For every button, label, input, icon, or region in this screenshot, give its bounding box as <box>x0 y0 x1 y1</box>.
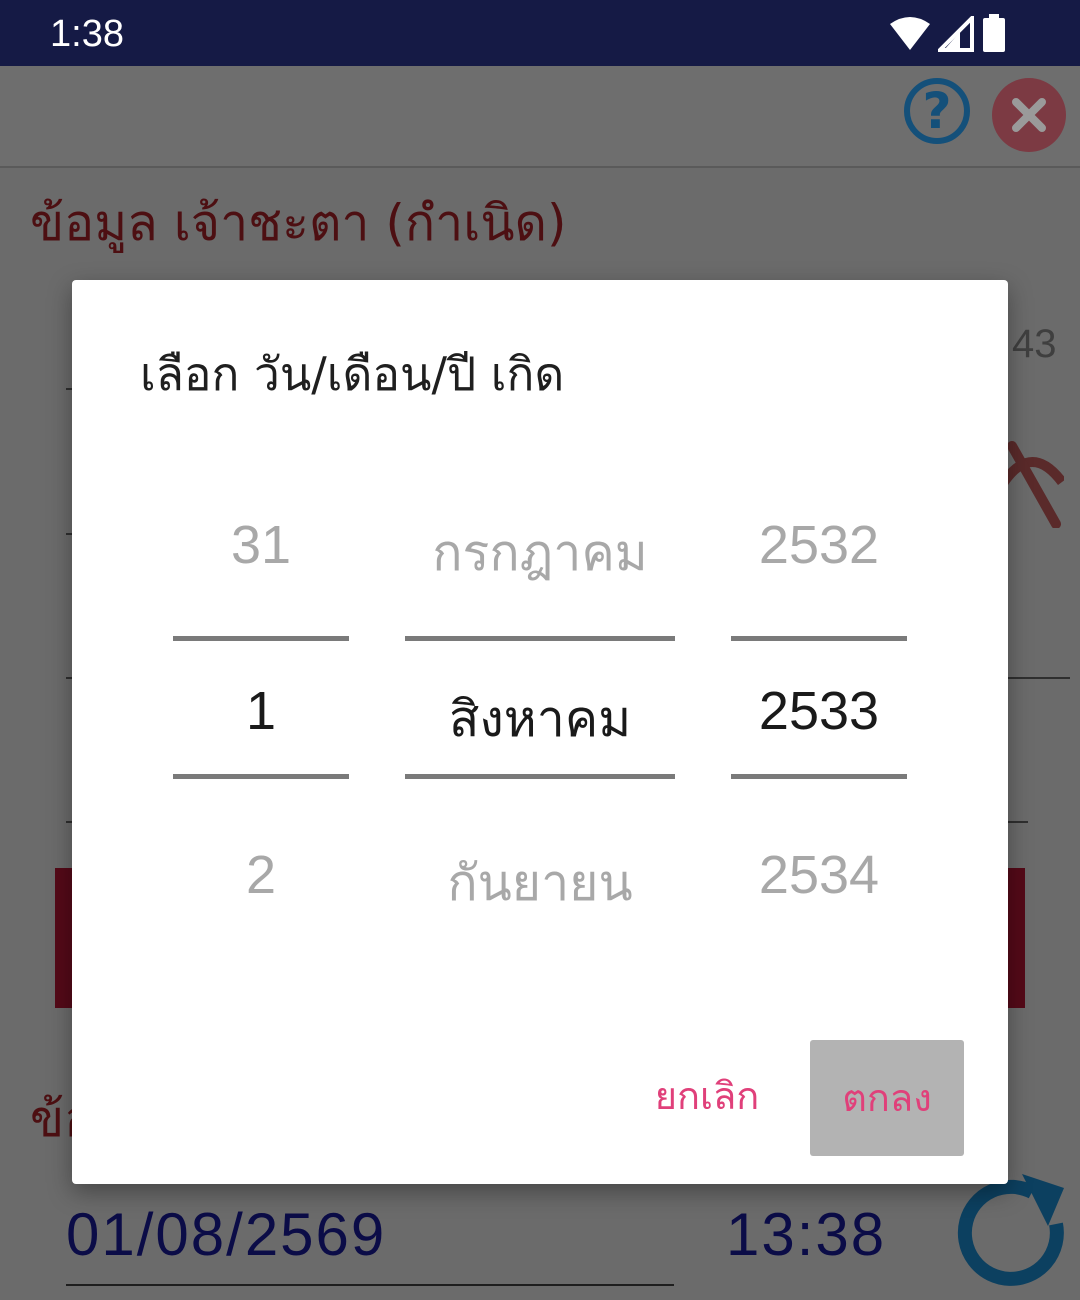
year-picker[interactable]: 2532 2533 2534 <box>731 480 907 1000</box>
day-prev[interactable]: 31 <box>173 514 349 576</box>
picker-divider <box>173 636 349 641</box>
year-selected[interactable]: 2533 <box>731 680 907 742</box>
picker-divider <box>405 636 675 641</box>
section-title: ข้อมูล เจ้าชะตา (กำเนิด) <box>30 194 567 252</box>
date-field[interactable]: 01/08/2569 <box>66 1200 386 1269</box>
close-x-glyph <box>1012 98 1046 132</box>
day-next[interactable]: 2 <box>173 844 349 906</box>
cancel-button[interactable]: ยกเลิก <box>640 1066 774 1126</box>
hide-eye-icon[interactable] <box>1002 436 1064 528</box>
picker-divider <box>731 774 907 779</box>
refresh-icon[interactable] <box>952 1168 1076 1292</box>
time-field[interactable]: 13:38 <box>726 1200 886 1269</box>
month-next[interactable]: กันยายน <box>405 844 675 923</box>
signal-icon <box>938 16 974 52</box>
divider <box>1008 677 1070 679</box>
divider <box>66 1284 674 1286</box>
dialog-title: เลือก วัน/เดือน/ปี เกิด <box>140 347 565 401</box>
year-next[interactable]: 2534 <box>731 844 907 906</box>
wifi-icon <box>890 17 930 50</box>
help-icon[interactable]: ? <box>904 78 970 144</box>
battery-icon <box>983 14 1005 52</box>
ok-button[interactable]: ตกลง <box>810 1040 964 1156</box>
month-picker[interactable]: กรกฎาคม สิงหาคม กันยายน <box>405 480 675 1000</box>
status-time: 1:38 <box>50 13 124 55</box>
partial-number: 43 <box>1012 322 1057 366</box>
year-prev[interactable]: 2532 <box>731 514 907 576</box>
picker-divider <box>405 774 675 779</box>
status-bar: 1:38 <box>0 0 1080 66</box>
picker-divider <box>731 636 907 641</box>
date-picker-dialog: เลือก วัน/เดือน/ปี เกิด 31 1 2 กรกฎาคม ส… <box>72 280 1008 1184</box>
month-prev[interactable]: กรกฎาคม <box>405 514 675 593</box>
status-icons <box>888 14 1006 54</box>
day-selected[interactable]: 1 <box>173 680 349 742</box>
close-icon[interactable] <box>992 78 1066 152</box>
picker-divider <box>173 774 349 779</box>
day-picker[interactable]: 31 1 2 <box>173 480 349 1000</box>
divider <box>1008 821 1028 823</box>
month-selected[interactable]: สิงหาคม <box>405 680 675 759</box>
